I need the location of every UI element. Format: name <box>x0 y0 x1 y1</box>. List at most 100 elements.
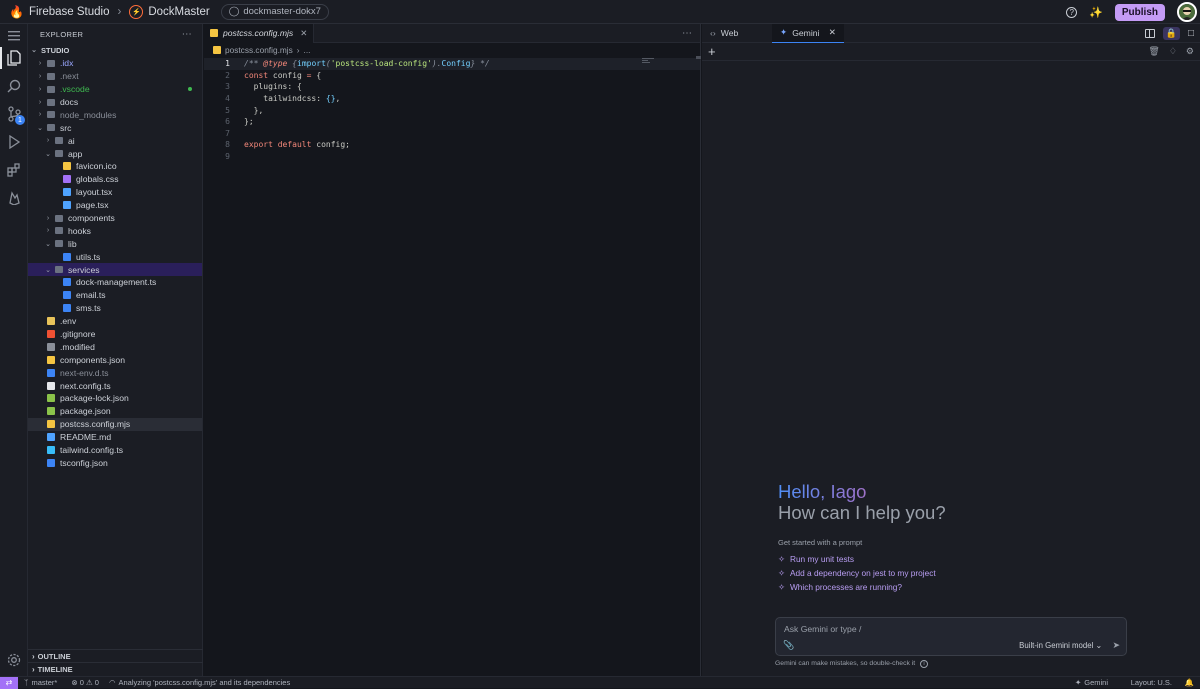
firebase-icon[interactable] <box>6 190 22 206</box>
notifications-bell-icon[interactable]: 🔔 <box>1185 678 1194 687</box>
tree-file[interactable]: dock-management.ts <box>28 276 202 289</box>
tree-file[interactable]: .modified <box>28 340 202 353</box>
tree-folder[interactable]: › docs <box>28 96 202 109</box>
tab-gemini[interactable]: ✦ Gemini ✕ <box>772 23 844 43</box>
avatar[interactable] <box>1177 2 1197 22</box>
tree-folder[interactable]: › hooks <box>28 224 202 237</box>
explorer-files-icon[interactable] <box>0 47 22 69</box>
close-icon[interactable]: ✕ <box>300 28 307 39</box>
tree-file[interactable]: next-env.d.ts <box>28 366 202 379</box>
tab-postcss-config[interactable]: postcss.config.mjs ✕ <box>204 23 315 43</box>
folder-icon <box>47 124 55 132</box>
extensions-icon[interactable] <box>6 162 22 178</box>
send-icon[interactable]: ➤ <box>1112 640 1120 651</box>
search-icon[interactable] <box>6 78 22 94</box>
tree-item-label: .modified <box>60 341 95 352</box>
source-control-icon[interactable]: 1 <box>6 106 25 125</box>
tree-file[interactable]: package-lock.json <box>28 392 202 405</box>
tree-item-label: docs <box>60 97 79 107</box>
trash-icon[interactable]: 🗑 <box>1148 46 1159 57</box>
suggestion-item[interactable]: ✧ Which processes are running? <box>778 582 902 592</box>
file-icon <box>63 162 71 171</box>
tree-item-label: .idx <box>60 58 74 69</box>
tree-folder[interactable]: › ai <box>28 134 202 147</box>
file-icon <box>47 433 55 442</box>
project-name[interactable]: DockMaster <box>148 6 209 18</box>
tree-file[interactable]: next.config.ts <box>28 379 202 392</box>
info-icon[interactable]: i <box>920 660 929 668</box>
tree-folder[interactable]: ⌄ services <box>28 263 202 277</box>
tree-file[interactable]: tailwind.config.ts <box>28 444 202 457</box>
publish-button[interactable]: Publish <box>1114 3 1165 21</box>
scrollbar[interactable] <box>696 56 701 59</box>
attach-paperclip-icon[interactable]: 📎 <box>783 640 794 651</box>
settings-gear-icon[interactable]: ⚙ <box>1186 46 1194 57</box>
tree-file[interactable]: layout.tsx <box>28 186 202 199</box>
tree-item-label: components.json <box>60 354 125 365</box>
model-selector[interactable]: Built-in Gemini model ⌄ <box>1019 641 1102 650</box>
tree-file[interactable]: page.tsx <box>28 199 202 212</box>
close-icon[interactable]: ✕ <box>829 27 836 38</box>
tree-file[interactable]: README.md <box>28 431 202 444</box>
settings-gear-icon[interactable] <box>6 652 22 668</box>
remote-icon[interactable]: ⇄ <box>0 676 18 689</box>
file-tree: › .idx › .next › .vscode › docs › node_modules ⌄ sr… <box>28 57 202 470</box>
tree-folder[interactable]: › .next <box>28 70 202 83</box>
tree-root[interactable]: ⌄ STUDIO <box>28 44 202 57</box>
prompt-input[interactable]: Ask Gemini or type / 📎 Built-in Gemini m… <box>775 617 1127 656</box>
breadcrumb-more[interactable]: ... <box>304 45 311 55</box>
gemini-status[interactable]: ✦ Gemini <box>1075 678 1108 687</box>
split-view-icon[interactable] <box>1144 29 1155 38</box>
tag-icon[interactable]: ♢ <box>1169 46 1177 57</box>
magic-wand-icon[interactable]: ✨ <box>1089 6 1103 19</box>
layout-status[interactable]: Layout: U.S. <box>1131 678 1172 687</box>
problems-status[interactable]: ⊗ 0 ⚠ 0 <box>71 678 99 687</box>
suggestion-label: Which processes are running? <box>789 582 903 592</box>
tree-folder[interactable]: ⌄ app <box>28 147 202 160</box>
tree-file[interactable]: email.ts <box>28 289 202 302</box>
lock-icon[interactable]: 🔒 <box>1162 27 1180 40</box>
suggestion-item[interactable]: ✧ Add a dependency on jest to my project <box>778 568 936 578</box>
tree-folder[interactable]: › node_modules <box>28 108 202 121</box>
tree-file[interactable]: .env <box>28 315 202 328</box>
tree-folder[interactable]: ⌄ lib <box>28 237 202 250</box>
editor-more-icon[interactable]: ⋯ <box>682 28 692 39</box>
run-debug-icon[interactable] <box>6 134 22 150</box>
tree-file[interactable]: sms.ts <box>28 302 202 315</box>
tree-file[interactable]: components.json <box>28 353 202 366</box>
tree-file[interactable]: utils.ts <box>28 250 202 263</box>
tree-file[interactable]: postcss.config.mjs <box>28 417 202 431</box>
app-name[interactable]: Firebase Studio <box>29 6 110 18</box>
tree-item-label: utils.ts <box>76 251 101 262</box>
suggestion-item[interactable]: ✧ Run my unit tests <box>778 554 854 564</box>
tree-folder[interactable]: ⌄ src <box>28 121 202 134</box>
tree-item-label: ai <box>68 135 75 146</box>
tree-folder[interactable]: › components <box>28 212 202 225</box>
fullscreen-icon[interactable]: □ <box>1188 28 1194 39</box>
workspace-chip[interactable]: ◯ dockmaster-dokx7 <box>220 3 329 20</box>
tab-label: postcss.config.mjs <box>223 28 294 38</box>
file-icon <box>63 291 71 300</box>
new-chat-plus-icon[interactable]: + <box>708 44 716 59</box>
more-actions-icon[interactable]: ⋯ <box>182 29 192 40</box>
timeline-section[interactable]: › TIMELINE <box>28 662 203 675</box>
outline-section[interactable]: › OUTLINE <box>28 649 203 662</box>
tree-folder[interactable]: › .idx <box>28 57 202 70</box>
tree-file[interactable]: globals.css <box>28 173 202 186</box>
help-icon[interactable]: ? <box>1066 6 1078 18</box>
tab-web[interactable]: ‹› Web <box>702 24 772 43</box>
file-icon <box>47 394 55 403</box>
menu-icon[interactable] <box>6 28 22 44</box>
branch-status[interactable]: ᛉ master* <box>24 678 57 687</box>
tree-file[interactable]: .gitignore <box>28 328 202 341</box>
tree-file[interactable]: favicon.ico <box>28 160 202 173</box>
tree-item-label: services <box>68 264 100 275</box>
tree-file[interactable]: tsconfig.json <box>28 457 202 470</box>
code-area[interactable]: 1/** @type {import('postcss-load-config'… <box>204 56 701 162</box>
tree-item-label: components <box>68 213 115 224</box>
minimap[interactable] <box>642 58 656 66</box>
tree-file[interactable]: package.json <box>28 405 202 418</box>
folder-icon <box>55 227 63 235</box>
tree-folder[interactable]: › .vscode <box>28 83 202 96</box>
breadcrumb-file[interactable]: postcss.config.mjs <box>225 45 293 55</box>
